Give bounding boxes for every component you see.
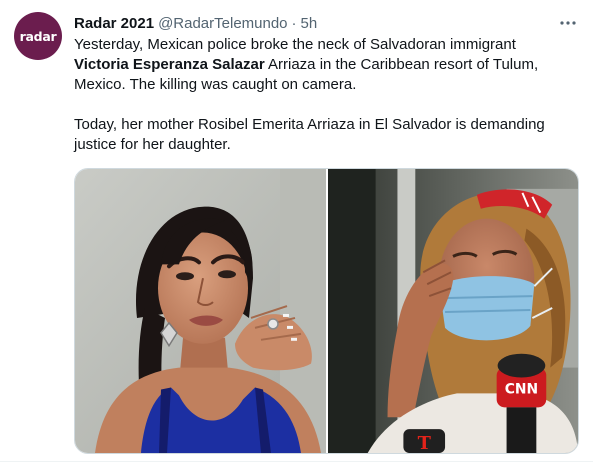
tweet-paragraph-2: Today, her mother Rosibel Emerita Arriaz… xyxy=(74,116,545,153)
author-name[interactable]: Radar 2021 xyxy=(74,15,154,32)
media-photo-2[interactable]: CNN T xyxy=(328,169,578,453)
avatar[interactable]: radar xyxy=(14,12,62,60)
tweet-paragraph-1: Yesterday, Mexican police broke the neck… xyxy=(74,35,574,95)
paragraph-1-start: Yesterday, Mexican police broke the neck… xyxy=(74,36,516,53)
tweet-media: CNN T xyxy=(74,168,579,454)
tweet-text: Yesterday, Mexican police broke the neck… xyxy=(74,35,574,155)
cnn-mic-label: CNN xyxy=(505,381,538,397)
more-icon xyxy=(560,21,576,25)
header-separator: · xyxy=(291,14,297,32)
more-options-button[interactable] xyxy=(557,12,579,34)
author-handle[interactable]: @RadarTelemundo xyxy=(158,15,287,32)
media-photo-1[interactable] xyxy=(75,169,326,453)
paragraph-1-bold-name: Victoria Esperanza Salazar xyxy=(74,56,265,73)
tweet-timestamp[interactable]: 5h xyxy=(301,15,318,32)
mother-with-mask-image: CNN T xyxy=(328,169,578,453)
avatar-logo-text: radar xyxy=(19,28,57,44)
portrait-woman-image xyxy=(75,169,326,453)
tweet[interactable]: radar Radar 2021 @RadarTelemundo · 5h Ye… xyxy=(0,0,593,462)
telemundo-mic-label: T xyxy=(418,433,432,453)
tweet-header: Radar 2021 @RadarTelemundo · 5h xyxy=(74,13,317,33)
